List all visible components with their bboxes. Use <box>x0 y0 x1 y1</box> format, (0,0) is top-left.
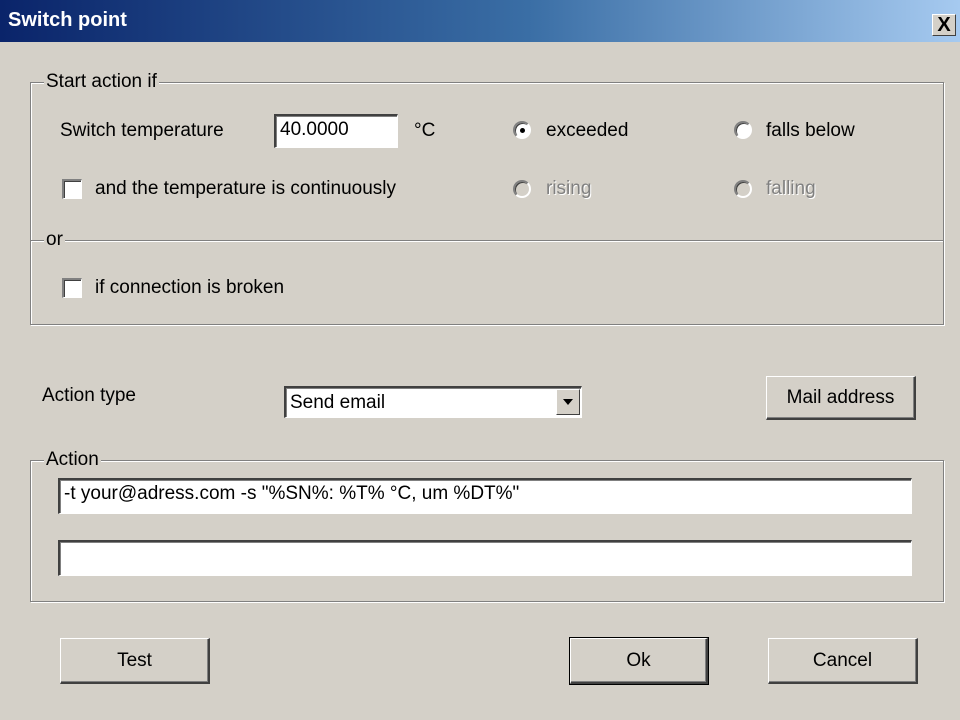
title-bar: Switch point X <box>0 0 960 42</box>
close-icon: X <box>937 14 951 36</box>
switch-temperature-input[interactable]: 40.0000 <box>274 114 398 148</box>
mail-address-button[interactable]: Mail address <box>766 376 916 420</box>
connection-broken-checkbox[interactable] <box>62 278 82 298</box>
close-button[interactable]: X <box>932 14 956 36</box>
falls-below-radio[interactable] <box>734 121 752 139</box>
radio-selected-dot <box>520 128 525 133</box>
falls-below-label: falls below <box>766 120 855 141</box>
or-separator <box>31 240 943 242</box>
chevron-down-icon[interactable] <box>556 389 580 415</box>
mail-address-button-label: Mail address <box>786 386 895 408</box>
falling-radio[interactable] <box>734 180 752 198</box>
action-legend: Action <box>44 449 101 470</box>
test-button[interactable]: Test <box>60 638 210 684</box>
continuous-label: and the temperature is continuously <box>95 178 397 199</box>
or-label: or <box>44 229 65 250</box>
continuous-checkbox[interactable] <box>62 179 82 199</box>
rising-label: rising <box>546 178 592 199</box>
window-title: Switch point <box>8 9 127 31</box>
exceeded-label: exceeded <box>546 120 629 141</box>
test-button-label: Test <box>117 649 152 671</box>
exceeded-radio[interactable] <box>513 121 531 139</box>
ok-button-label: Ok <box>626 649 651 671</box>
start-action-legend: Start action if <box>44 71 159 92</box>
action-type-selected-value: Send email <box>290 392 386 413</box>
switch-temperature-label: Switch temperature <box>60 120 224 141</box>
rising-radio[interactable] <box>513 180 531 198</box>
action-line-1-input[interactable]: -t your@adress.com -s "%SN%: %T% °C, um … <box>58 478 912 514</box>
action-type-select[interactable]: Send email <box>284 386 582 418</box>
cancel-button-label: Cancel <box>812 649 873 671</box>
action-type-label: Action type <box>42 385 136 406</box>
ok-button[interactable]: Ok <box>569 637 709 685</box>
connection-broken-label: if connection is broken <box>95 277 285 298</box>
unit-label: °C <box>414 120 436 141</box>
cancel-button[interactable]: Cancel <box>768 638 918 684</box>
falling-label: falling <box>766 178 816 199</box>
action-line-2-input[interactable] <box>58 540 912 576</box>
